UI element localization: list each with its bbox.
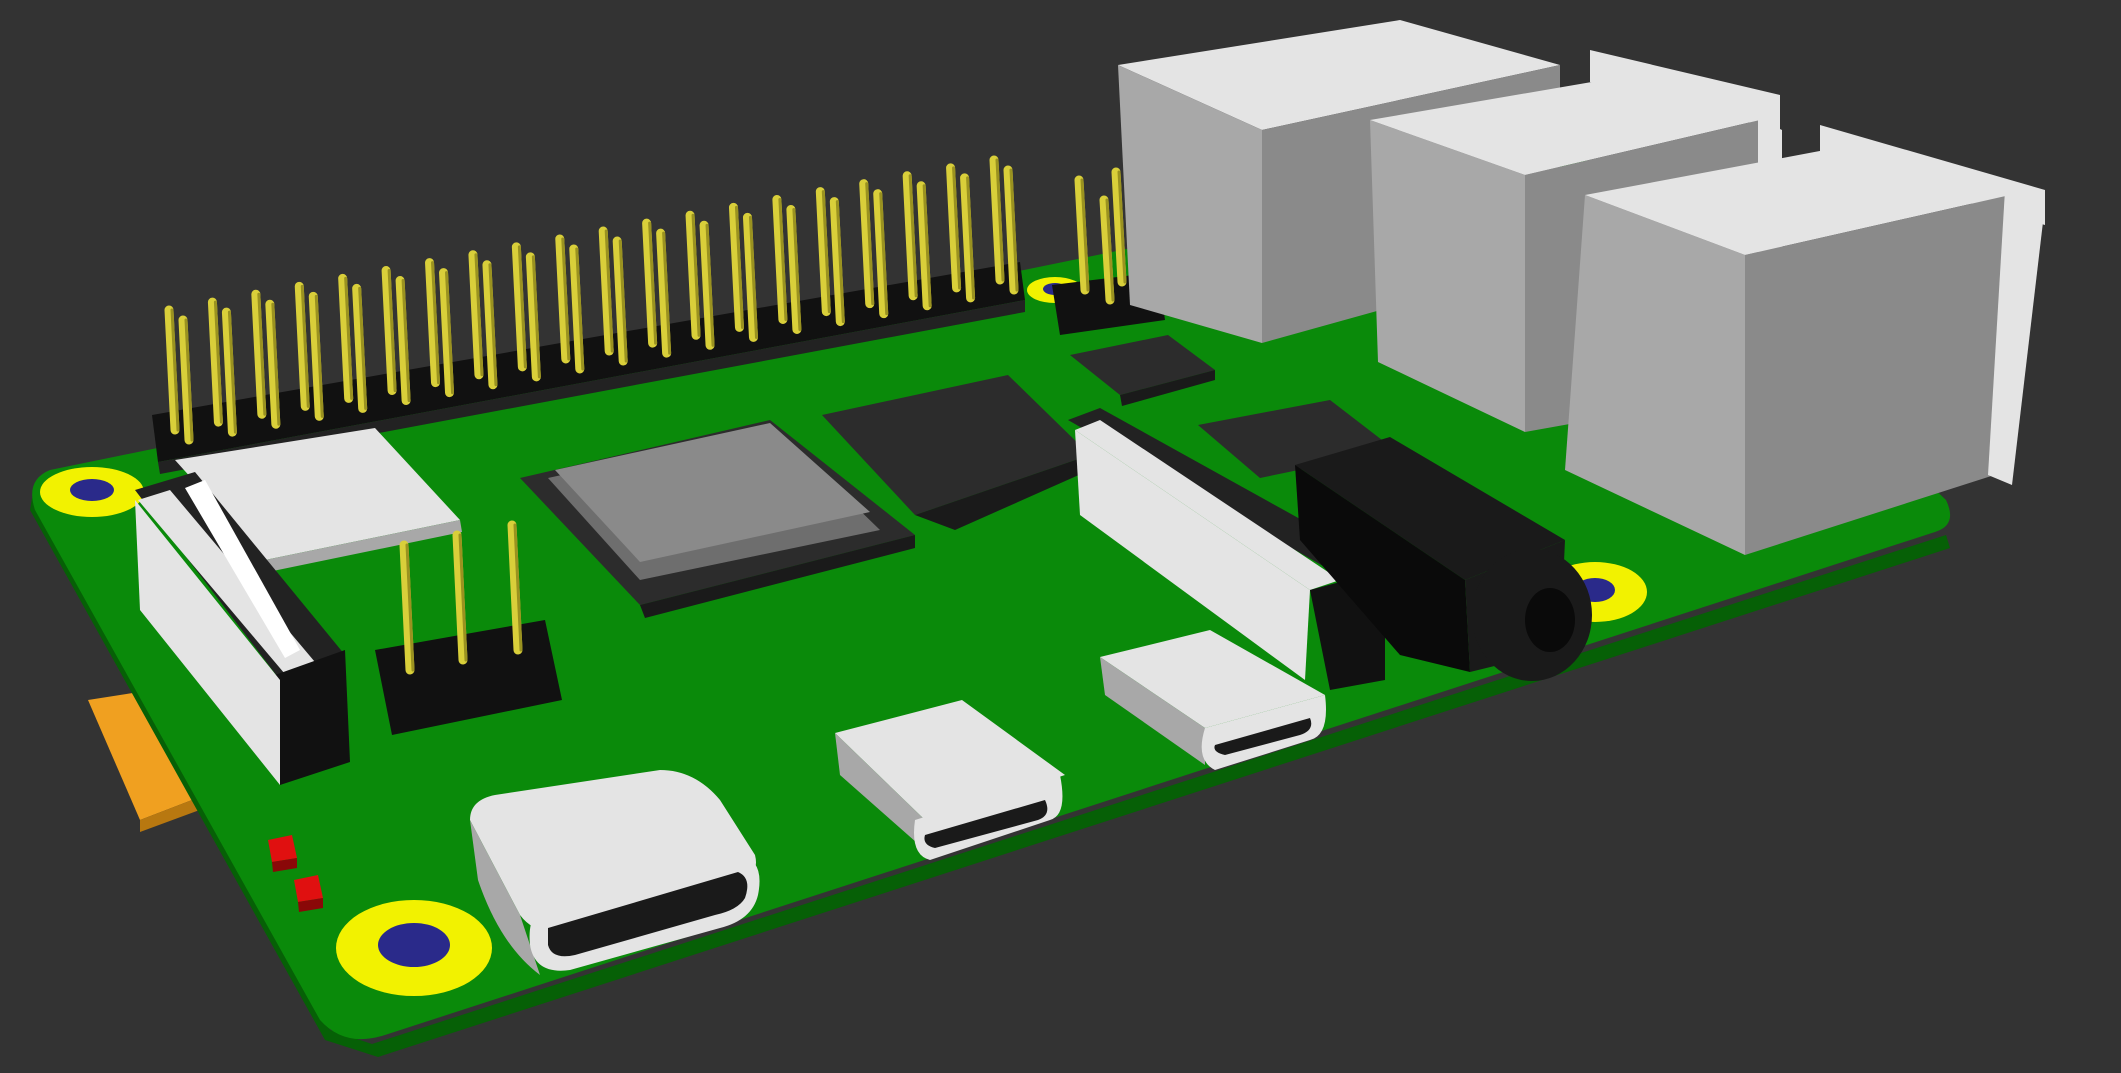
mounting-hole-2 <box>336 900 492 996</box>
mounting-hole-1 <box>40 467 144 517</box>
pcb-3d-render <box>0 0 2121 1073</box>
3d-viewport[interactable] <box>0 0 2121 1073</box>
